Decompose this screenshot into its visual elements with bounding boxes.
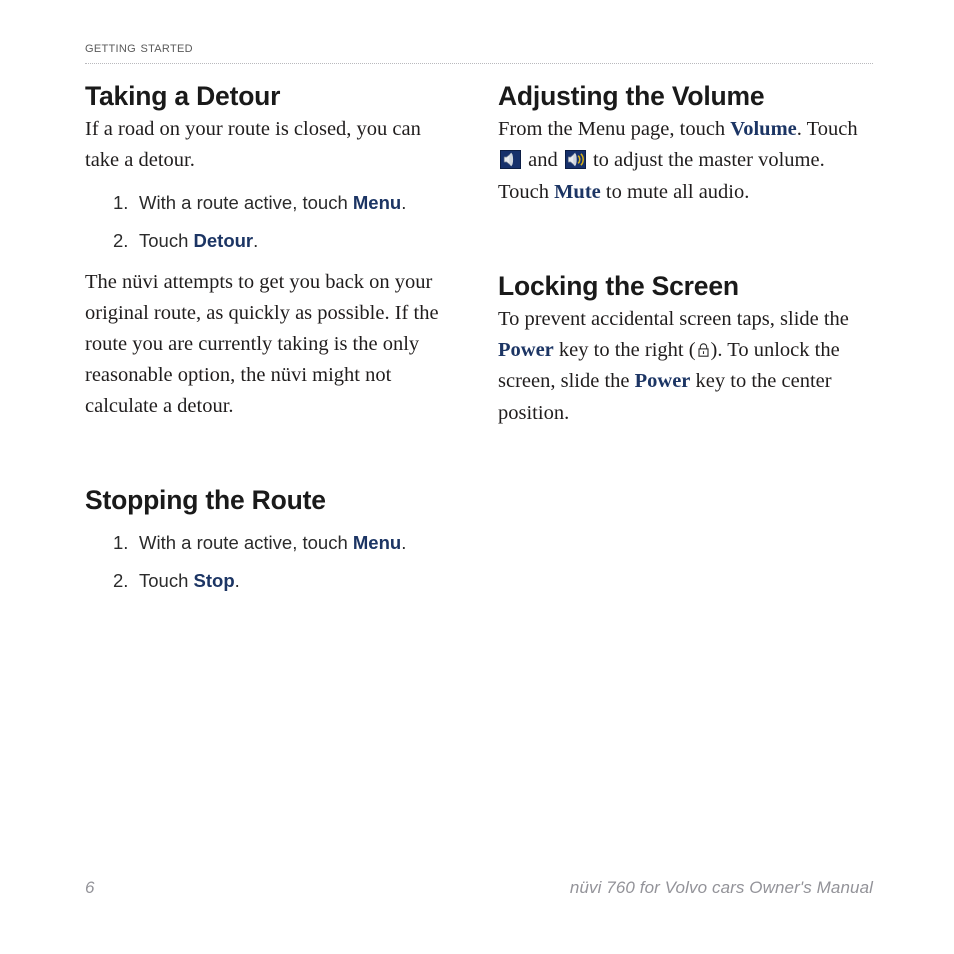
- list-item: Touch Stop.: [113, 569, 459, 594]
- list-item: Touch Detour.: [113, 229, 459, 254]
- heading-taking-a-detour: Taking a Detour: [85, 81, 281, 111]
- volume-down-icon: [500, 150, 521, 170]
- ui-term: Menu: [352, 531, 402, 553]
- paragraph-fragment: and: [523, 149, 563, 172]
- left-column: Taking a Detour If a road on your route …: [85, 80, 459, 594]
- list-item: With a route active, touch Menu.: [113, 191, 459, 216]
- ui-term: Menu: [352, 191, 402, 213]
- running-header: Getting Started: [85, 39, 873, 64]
- document-page: Getting Started Taking a Detour If a roa…: [0, 0, 954, 954]
- paragraph-fragment: . Touch: [796, 118, 858, 141]
- ui-term: Power: [498, 339, 554, 362]
- paragraph-fragment: From the Menu page, touch: [498, 118, 731, 141]
- ui-term: Power: [634, 370, 691, 393]
- ui-term: Mute: [554, 180, 601, 203]
- steps-stopping-the-route: With a route active, touch Menu. Touch S…: [85, 531, 459, 594]
- ui-term: Volume: [730, 118, 797, 141]
- paragraph-fragment: To prevent accidental screen taps, slide…: [498, 308, 849, 331]
- step-text-prefix: With a route active, touch: [139, 191, 353, 213]
- step-text-suffix: .: [253, 229, 259, 251]
- volume-up-icon: [564, 150, 586, 170]
- heading-stopping-the-route: Stopping the Route: [85, 485, 326, 516]
- paragraph-adjusting-the-volume: From the Menu page, touch Volume. Touch …: [498, 114, 872, 207]
- running-header-title: Getting Started: [85, 39, 193, 56]
- page-footer: 6 nüvi 760 for Volvo cars Owner's Manual: [85, 878, 873, 898]
- step-text-suffix: .: [401, 191, 407, 213]
- ui-term: Detour: [193, 229, 254, 251]
- paragraph-detour-outro: The nüvi attempts to get you back on you…: [85, 270, 439, 418]
- footer-manual-title: nüvi 760 for Volvo cars Owner's Manual: [569, 878, 873, 897]
- paragraph-locking-the-screen: To prevent accidental screen taps, slide…: [498, 304, 872, 429]
- list-item: With a route active, touch Menu.: [113, 531, 459, 556]
- step-text-prefix: With a route active, touch: [139, 531, 353, 553]
- heading-adjusting-the-volume: Adjusting the Volume: [498, 81, 765, 111]
- step-text-suffix: .: [401, 531, 407, 553]
- body-columns: Taking a Detour If a road on your route …: [85, 80, 873, 594]
- step-text-prefix: Touch: [139, 229, 194, 251]
- steps-taking-a-detour: With a route active, touch Menu. Touch D…: [85, 191, 459, 254]
- heading-locking-the-screen: Locking the Screen: [498, 270, 739, 301]
- header-divider: [85, 62, 873, 64]
- step-text-prefix: Touch: [139, 569, 194, 591]
- paragraph-fragment: to mute all audio.: [600, 180, 750, 203]
- paragraph-fragment: key to the right (: [553, 339, 696, 362]
- step-text-suffix: .: [234, 569, 240, 591]
- padlock-icon: [696, 342, 711, 358]
- right-column: Adjusting the Volume From the Menu page,…: [498, 80, 872, 594]
- paragraph-detour-intro: If a road on your route is closed, you c…: [85, 118, 421, 172]
- footer-page-number: 6: [85, 878, 95, 897]
- ui-term: Stop: [193, 569, 235, 591]
